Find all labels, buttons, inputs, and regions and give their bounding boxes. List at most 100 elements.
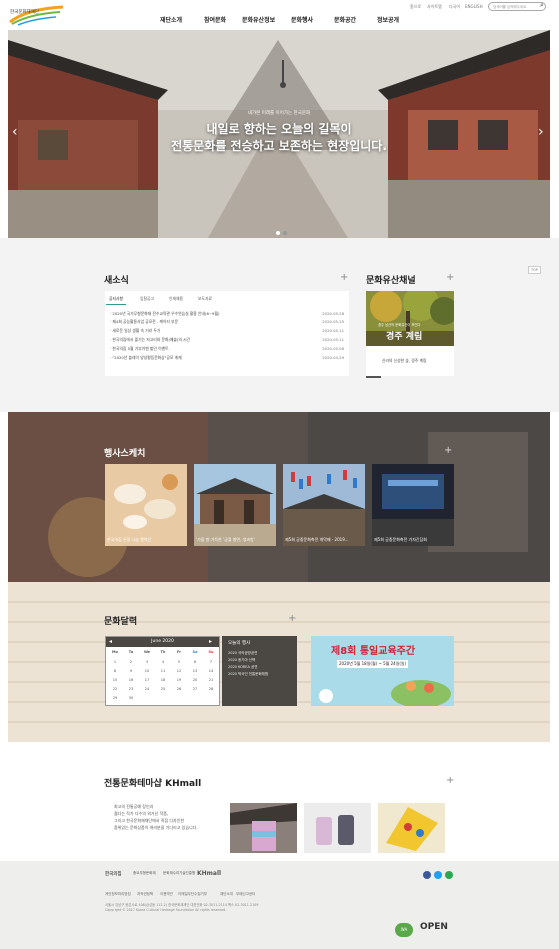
news-item[interactable]: · 한국의집 5월 기부이벤 할인 이벤트 2020.05.06 bbox=[110, 345, 344, 353]
channel-more-plus-icon[interactable]: + bbox=[446, 272, 454, 283]
partner-logo[interactable]: 한국의집 bbox=[105, 871, 122, 877]
hero-dot-active[interactable] bbox=[276, 231, 280, 235]
footer-link[interactable]: 재단소개 bbox=[220, 892, 233, 897]
gnb-participate[interactable]: 참여문화 bbox=[204, 15, 226, 24]
footer-link[interactable]: 부패신고센터 bbox=[236, 892, 255, 897]
today-event-item[interactable]: 2020 박국인 전통문화체험 bbox=[228, 672, 268, 677]
calendar-day[interactable]: 5 bbox=[171, 660, 187, 664]
calendar-day[interactable]: 8 bbox=[107, 669, 123, 673]
tab-bid[interactable]: 입찰공고 bbox=[137, 294, 157, 304]
footer-link[interactable]: 이메일무단수집거부 bbox=[178, 892, 207, 897]
footer-link[interactable]: 이용약관 bbox=[160, 892, 173, 897]
ceremony-background bbox=[8, 412, 550, 582]
partner-logo[interactable]: 중요무형문화재 bbox=[133, 871, 156, 876]
calendar-day[interactable]: 15 bbox=[107, 678, 123, 682]
news-item[interactable]: · "2020년 블레이 양성평등문화상"공모 게재 2020.04.29 bbox=[110, 354, 344, 362]
calendar-day[interactable]: 13 bbox=[187, 669, 203, 673]
calendar-day[interactable]: 22 bbox=[107, 687, 123, 691]
calendar-day[interactable]: 2 bbox=[123, 660, 139, 664]
calendar-day[interactable]: 9 bbox=[123, 669, 139, 673]
calendar-day[interactable]: 6 bbox=[187, 660, 203, 664]
hero-prev-arrow-icon[interactable]: ‹ bbox=[12, 124, 18, 140]
calendar-day[interactable]: 23 bbox=[123, 687, 139, 691]
news-item[interactable]: · 세로운 일상 생활 속 거리 두기 2020.05.11 bbox=[110, 327, 344, 335]
calendar-day[interactable]: 20 bbox=[187, 678, 203, 682]
product-card[interactable] bbox=[230, 803, 297, 853]
news-more-plus-icon[interactable]: + bbox=[340, 272, 348, 283]
util-english[interactable]: ENGLISH bbox=[465, 4, 483, 9]
search-input[interactable]: 검색어를 입력해주세요 bbox=[488, 2, 546, 11]
calendar-day[interactable]: 21 bbox=[203, 678, 219, 682]
event-card[interactable] bbox=[372, 464, 454, 546]
util-sitemap[interactable]: 사이트맵 bbox=[427, 4, 442, 10]
calendar-weekday: Mo bbox=[112, 650, 118, 654]
gnb-events[interactable]: 문화행사 bbox=[291, 15, 313, 24]
logo-text: 한국문화재재단 bbox=[10, 10, 39, 15]
today-event-item[interactable]: 2020 동기아 산책 bbox=[228, 658, 255, 663]
events-more-plus-icon[interactable]: + bbox=[444, 445, 452, 456]
news-item[interactable]: · 2020년 국가무형문화재 전수교육관 우수연습실 활용 안내(6~9월) 2… bbox=[110, 310, 344, 318]
calendar-day[interactable]: 4 bbox=[155, 660, 171, 664]
calendar-day[interactable]: 28 bbox=[203, 687, 219, 691]
calendar-day[interactable]: 18 bbox=[155, 678, 171, 682]
event-card[interactable] bbox=[283, 464, 365, 546]
tab-recruit[interactable]: 인재채용 bbox=[166, 294, 186, 304]
event-card[interactable] bbox=[105, 464, 187, 546]
calendar-day[interactable]: 12 bbox=[171, 669, 187, 673]
unification-banner[interactable]: 제8회 통일교육주간 2020년 5월 18일(월) ~ 5월 24일(일) bbox=[311, 636, 454, 706]
product-card[interactable] bbox=[378, 803, 445, 853]
calendar-more-plus-icon[interactable]: + bbox=[288, 613, 296, 624]
calendar-day[interactable]: 16 bbox=[123, 678, 139, 682]
twitter-icon[interactable] bbox=[434, 871, 442, 879]
news-item[interactable]: · 제4회 공능활용사업 공모전 - 케이티 부문 2020.05.25 bbox=[110, 318, 344, 326]
calendar-day[interactable]: 19 bbox=[171, 678, 187, 682]
partner-logo[interactable]: KHmall bbox=[197, 870, 221, 877]
footer-link[interactable]: 개인정보처리방침 bbox=[105, 892, 131, 897]
calendar-day[interactable]: 25 bbox=[155, 687, 171, 691]
event-caption[interactable]: 제5회 궁중문화축전 기자간담회 bbox=[374, 537, 456, 543]
gnb-disclosure[interactable]: 정보공개 bbox=[377, 15, 399, 24]
site-logo[interactable]: 한국문화재재단 bbox=[8, 4, 68, 26]
facebook-icon[interactable] bbox=[423, 871, 431, 879]
calendar-day[interactable]: 14 bbox=[203, 669, 219, 673]
today-event-item[interactable]: 2020 KOREA 공연 bbox=[228, 665, 257, 670]
util-lang[interactable]: 다국어 bbox=[449, 4, 460, 10]
hero-next-arrow-icon[interactable]: › bbox=[538, 124, 544, 140]
event-caption[interactable]: 제5회 궁중문화축전 개막제 - 2019... bbox=[285, 537, 367, 543]
calendar-day[interactable]: 17 bbox=[139, 678, 155, 682]
partner-logo[interactable]: 문화재수리기술진흥원 bbox=[163, 871, 195, 876]
gnb-heritage[interactable]: 문화유산정보 bbox=[242, 15, 275, 24]
calendar-day[interactable]: 10 bbox=[139, 669, 155, 673]
tab-press[interactable]: 보도자료 bbox=[195, 294, 215, 304]
hero-dot[interactable] bbox=[283, 231, 287, 235]
calendar-day[interactable]: 11 bbox=[155, 669, 171, 673]
calendar-day[interactable]: 1 bbox=[107, 660, 123, 664]
calendar-day[interactable]: 7 bbox=[203, 660, 219, 664]
logo-swoosh-icon bbox=[9, 5, 64, 26]
khmall-more-plus-icon[interactable]: + bbox=[446, 775, 454, 786]
channel-thumbnail[interactable]: 경주 남산의 문화유산이 보인다 경주 계림 bbox=[366, 291, 454, 346]
tab-notice[interactable]: 공지사항 bbox=[106, 294, 126, 305]
search-icon[interactable]: ⌕ bbox=[540, 1, 544, 10]
event-caption[interactable]: '가을 향 가득한 '궁궐 향연, 생과방' bbox=[196, 537, 278, 543]
news-item[interactable]: · 한국의집에서 즐기는 저고리와 문화(예술)의 시간 2020.05.11 bbox=[110, 336, 344, 344]
calendar-day[interactable]: 26 bbox=[171, 687, 187, 691]
calendar-next-icon[interactable]: ▸ bbox=[209, 638, 212, 645]
gnb-about[interactable]: 재단소개 bbox=[160, 15, 182, 24]
calendar-day[interactable]: 27 bbox=[187, 687, 203, 691]
calendar-day[interactable]: 3 bbox=[139, 660, 155, 664]
top-button[interactable]: TOP bbox=[528, 266, 542, 274]
calendar-day[interactable]: 30 bbox=[123, 696, 139, 700]
product-card[interactable] bbox=[304, 803, 371, 853]
footer-link[interactable]: 저작권정책 bbox=[137, 892, 153, 897]
calendar-day[interactable]: 24 bbox=[139, 687, 155, 691]
blog-icon[interactable] bbox=[445, 871, 453, 879]
channel-caption[interactable]: 신라의 신성한 숲, 경주 계림 bbox=[382, 358, 426, 364]
calendar-day[interactable]: 29 bbox=[107, 696, 123, 700]
news-title: 새소식 bbox=[104, 276, 129, 286]
event-caption[interactable]: 한국의집 온정 나눔 행복단 bbox=[107, 537, 189, 543]
util-home[interactable]: 홈으로 bbox=[410, 4, 421, 10]
gnb-spaces[interactable]: 문화공간 bbox=[334, 15, 356, 24]
event-card[interactable] bbox=[194, 464, 276, 546]
today-event-item[interactable]: 2020 국악공방공연 bbox=[228, 651, 257, 656]
